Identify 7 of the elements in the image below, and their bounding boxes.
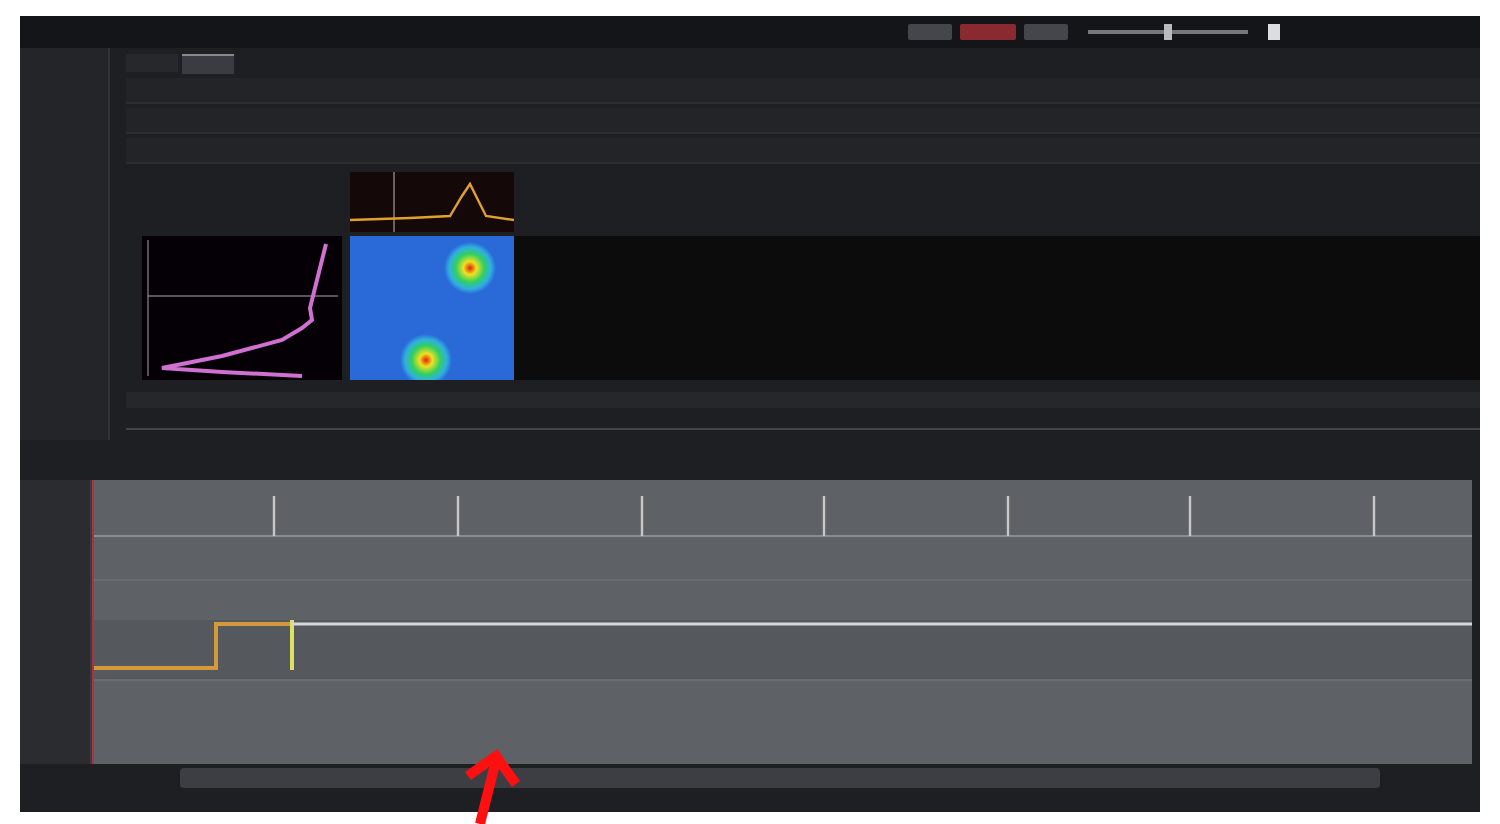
document-icon[interactable] — [1268, 24, 1280, 40]
tab[interactable] — [182, 54, 234, 74]
record-button[interactable] — [960, 24, 1016, 40]
slider-thumb[interactable] — [1164, 24, 1172, 40]
toolbar-button[interactable] — [908, 24, 952, 40]
toolbar-button[interactable] — [1024, 24, 1068, 40]
scrollbar[interactable] — [180, 768, 1380, 788]
